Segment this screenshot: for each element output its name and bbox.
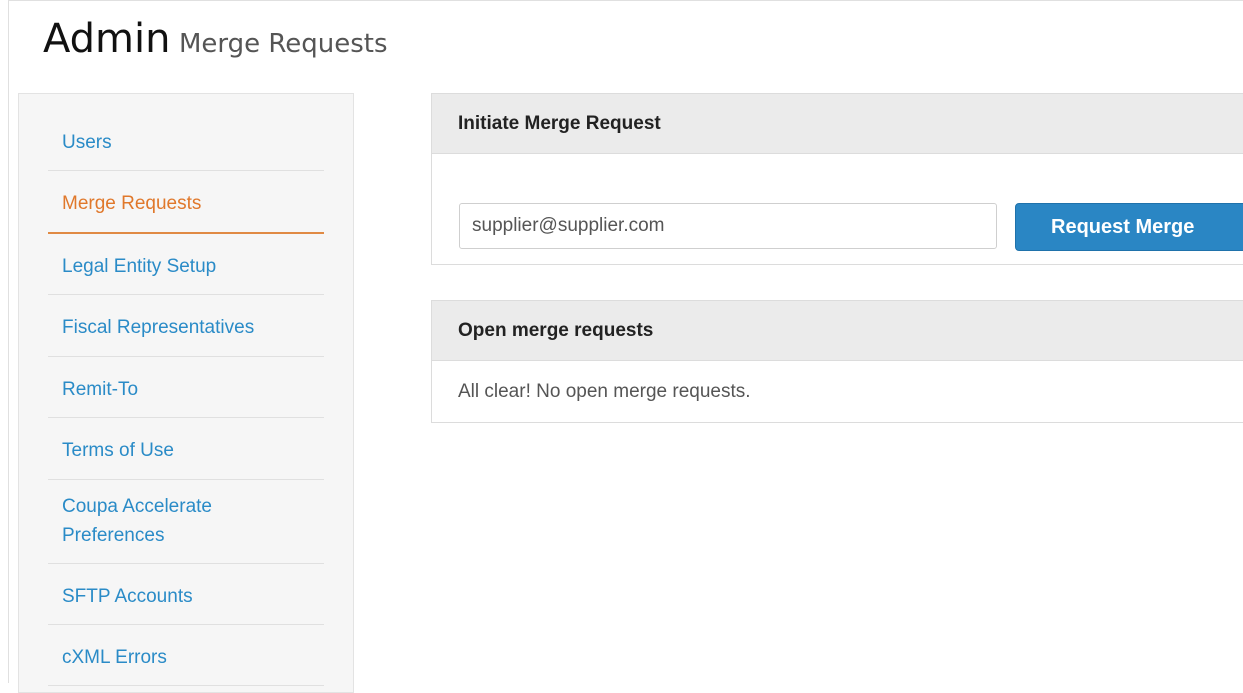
sidebar-item-users[interactable]: Users [48, 114, 324, 172]
sidebar-item-coupa-accelerate-preferences[interactable]: Coupa Accelerate Preferences [48, 480, 324, 564]
sidebar-nav: Users Merge Requests Legal Entity Setup … [48, 114, 324, 687]
sidebar-item-terms-of-use[interactable]: Terms of Use [48, 418, 324, 480]
request-merge-button[interactable]: Request Merge [1015, 203, 1243, 251]
page-subtitle: Merge Requests [178, 29, 388, 59]
sidebar-item-remit-to[interactable]: Remit-To [48, 357, 324, 419]
email-field[interactable] [459, 203, 997, 249]
page-heading: Admin Merge Requests [43, 16, 388, 62]
page-title: Admin [43, 16, 171, 62]
sidebar-item-cxml-errors[interactable]: cXML Errors [48, 625, 324, 687]
sidebar: Users Merge Requests Legal Entity Setup … [18, 93, 354, 693]
open-merge-requests-heading: Open merge requests [432, 301, 1243, 361]
initiate-merge-panel: Initiate Merge Request Request Merge [431, 93, 1243, 265]
sidebar-item-merge-requests[interactable]: Merge Requests [48, 171, 324, 234]
sidebar-item-fiscal-representatives[interactable]: Fiscal Representatives [48, 295, 324, 357]
sidebar-item-sftp-accounts[interactable]: SFTP Accounts [48, 564, 324, 625]
sidebar-item-legal-entity-setup[interactable]: Legal Entity Setup [48, 234, 324, 296]
open-merge-requests-panel: Open merge requests All clear! No open m… [431, 300, 1243, 423]
initiate-merge-heading: Initiate Merge Request [432, 94, 1243, 154]
empty-state-message: All clear! No open merge requests. [458, 381, 751, 402]
